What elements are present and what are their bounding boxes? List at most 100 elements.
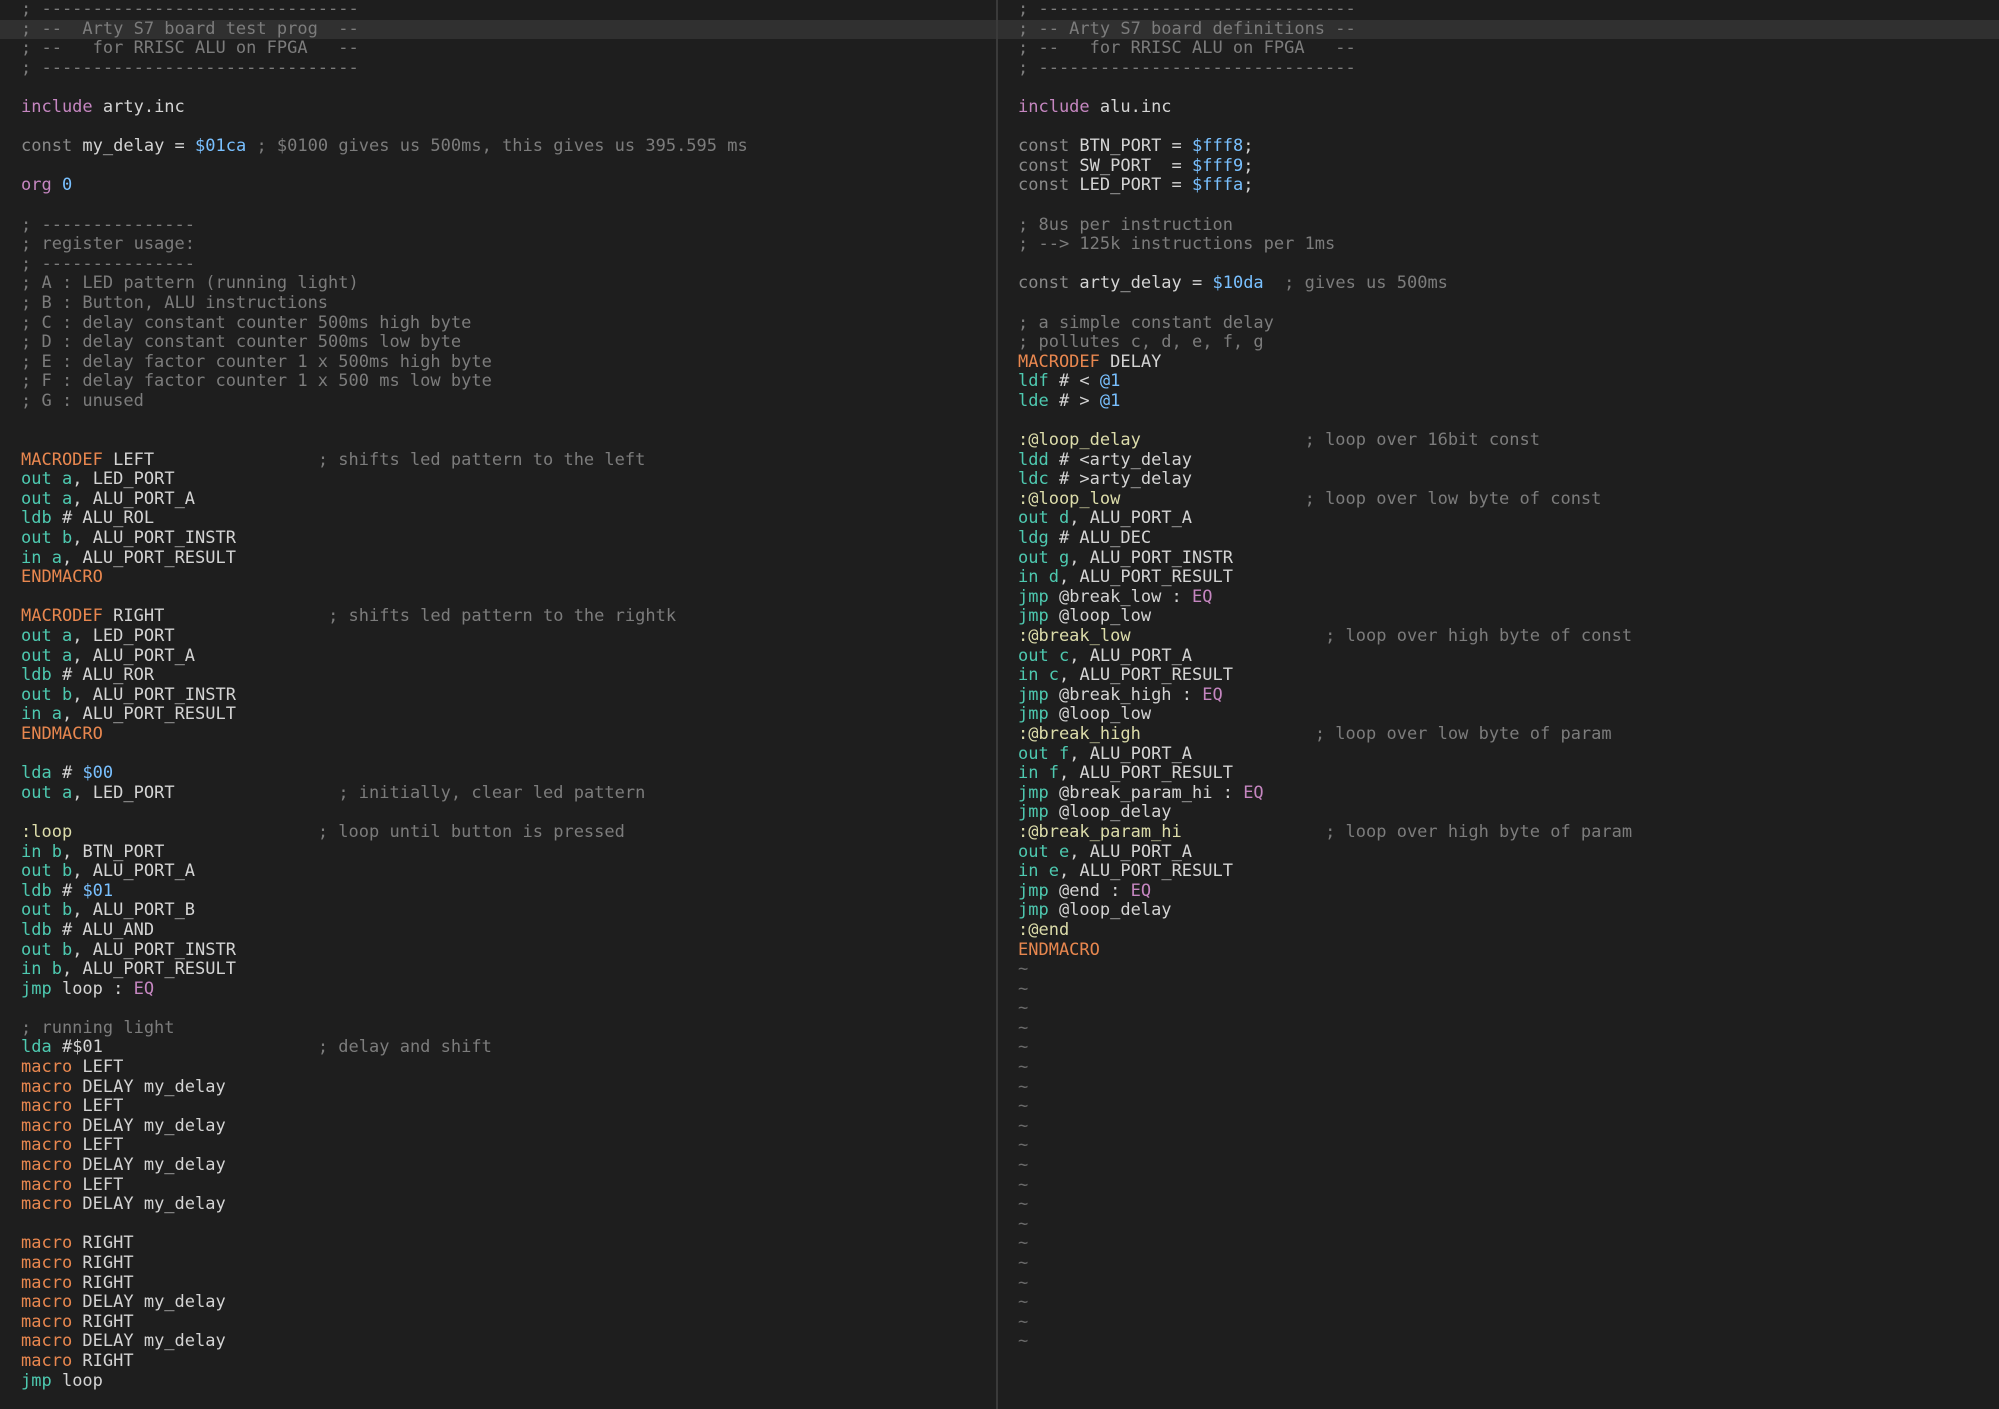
code-line[interactable]: const SW_PORT = $fff9; [998,156,1999,177]
code-line[interactable]: MACRODEF DELAY [998,352,1999,373]
code-line[interactable]: out b, ALU_PORT_INSTR [0,685,996,706]
code-line[interactable]: out a, LED_PORT [0,469,996,490]
code-line[interactable]: :@loop_low ; loop over low byte of const [998,489,1999,510]
code-line[interactable] [0,411,996,431]
code-line-cursor[interactable]: ; -- Arty S7 board test prog -- [0,19,996,40]
code-line[interactable]: jmp @loop_low [998,705,1999,725]
code-line[interactable]: in b, ALU_PORT_RESULT [0,959,996,980]
code-line[interactable] [0,118,996,138]
code-line[interactable]: :@break_low ; loop over high byte of con… [998,626,1999,647]
code-line[interactable] [998,78,1999,98]
code-line[interactable]: ldg # ALU_DEC [998,528,1999,549]
code-line[interactable]: lda # $00 [0,763,996,784]
code-line[interactable]: macro LEFT [0,1057,996,1078]
code-line[interactable]: ; ------------------------------- [0,58,996,79]
code-line[interactable]: in b, BTN_PORT [0,842,996,863]
code-line[interactable]: ldd # <arty_delay [998,450,1999,471]
code-line[interactable]: macro LEFT [0,1175,996,1196]
code-line[interactable]: macro DELAY my_delay [0,1194,996,1215]
code-line[interactable]: jmp @break_param_hi : EQ [998,783,1999,804]
code-line[interactable]: jmp @loop_low [998,607,1999,627]
code-line[interactable]: jmp loop : EQ [0,979,996,1000]
code-line[interactable]: ; --------------- [0,215,996,236]
code-line[interactable]: ; 8us per instruction [998,215,1999,236]
code-line[interactable]: out a, ALU_PORT_A [0,646,996,667]
code-line[interactable]: out a, LED_PORT [0,626,996,647]
code-line[interactable]: macro RIGHT [0,1312,996,1333]
code-line[interactable]: out b, ALU_PORT_INSTR [0,528,996,549]
code-line[interactable] [0,745,996,765]
code-line[interactable]: MACRODEF LEFT ; shifts led pattern to th… [0,450,996,471]
code-line[interactable]: const LED_PORT = $fffa; [998,176,1999,196]
code-line[interactable] [0,157,996,177]
code-line[interactable]: out e, ALU_PORT_A [998,842,1999,863]
code-line[interactable]: macro LEFT [0,1096,996,1117]
code-line[interactable]: in e, ALU_PORT_RESULT [998,861,1999,882]
code-line[interactable]: ; register usage: [0,234,996,255]
code-line[interactable] [0,196,996,216]
code-line[interactable]: ; E : delay factor counter 1 x 500ms hig… [0,352,996,373]
code-line[interactable] [0,803,996,823]
code-line[interactable]: jmp @loop_delay [998,803,1999,823]
left-editor-pane[interactable]: ; -------------------------------; -- Ar… [0,0,996,1409]
code-line[interactable] [998,411,1999,431]
code-line[interactable]: ; D : delay constant counter 500ms low b… [0,332,996,353]
code-line[interactable]: ; a simple constant delay [998,313,1999,334]
code-line[interactable]: const my_delay = $01ca ; $0100 gives us … [0,136,996,157]
code-line[interactable]: macro RIGHT [0,1234,996,1254]
code-line[interactable]: :loop ; loop until button is pressed [0,822,996,843]
code-line[interactable]: macro DELAY my_delay [0,1077,996,1098]
code-line[interactable]: org 0 [0,176,996,196]
code-line[interactable]: jmp @loop_delay [998,901,1999,921]
code-line[interactable]: include arty.inc [0,97,996,118]
code-line[interactable]: ; ------------------------------- [0,0,996,20]
code-line[interactable]: macro DELAY my_delay [0,1155,996,1176]
code-line-cursor[interactable]: ; -- Arty S7 board definitions -- [998,19,1999,40]
code-line[interactable]: lda #$01 ; delay and shift [0,1038,996,1058]
code-line[interactable] [0,1215,996,1235]
code-line[interactable]: jmp @end : EQ [998,881,1999,902]
code-line[interactable]: ldb # $01 [0,881,996,902]
code-line[interactable]: :@break_high ; loop over low byte of par… [998,724,1999,745]
code-line[interactable]: macro RIGHT [0,1253,996,1274]
code-line[interactable]: out d, ALU_PORT_A [998,509,1999,529]
code-line[interactable]: macro RIGHT [0,1351,996,1372]
code-line[interactable]: ; -- for RRISC ALU on FPGA -- [998,38,1999,59]
code-line[interactable] [0,431,996,451]
code-line[interactable] [998,196,1999,216]
code-line[interactable]: in a, ALU_PORT_RESULT [0,548,996,569]
code-line[interactable]: ldb # ALU_AND [0,920,996,941]
code-line[interactable]: ; ------------------------------- [998,58,1999,79]
code-line[interactable]: in d, ALU_PORT_RESULT [998,567,1999,588]
code-line[interactable]: macro DELAY my_delay [0,1292,996,1313]
code-line[interactable]: jmp loop [0,1371,996,1392]
code-line[interactable]: ; B : Button, ALU instructions [0,293,996,314]
code-line[interactable]: ldb # ALU_ROR [0,665,996,686]
code-line[interactable]: out b, ALU_PORT_A [0,861,996,882]
code-line[interactable]: in c, ALU_PORT_RESULT [998,665,1999,686]
code-line[interactable]: ldb # ALU_ROL [0,509,996,529]
code-line[interactable]: ; pollutes c, d, e, f, g [998,332,1999,353]
code-line[interactable]: ; --------------- [0,254,996,275]
code-line[interactable]: macro RIGHT [0,1273,996,1294]
code-line[interactable]: out c, ALU_PORT_A [998,646,1999,667]
code-line[interactable]: ldf # < @1 [998,371,1999,392]
code-line[interactable] [0,78,996,98]
code-line[interactable]: ; running light [0,1018,996,1039]
code-line[interactable]: out g, ALU_PORT_INSTR [998,548,1999,569]
code-line[interactable]: const BTN_PORT = $fff8; [998,136,1999,157]
code-line[interactable]: out b, ALU_PORT_B [0,901,996,921]
code-line[interactable]: in a, ALU_PORT_RESULT [0,705,996,725]
code-line[interactable] [0,999,996,1019]
code-line[interactable]: macro LEFT [0,1136,996,1156]
code-line[interactable]: jmp @break_low : EQ [998,587,1999,608]
code-line[interactable]: macro DELAY my_delay [0,1332,996,1352]
code-line[interactable]: ; C : delay constant counter 500ms high … [0,313,996,334]
right-editor-pane[interactable]: ; ------------------------------- ; -- Ar… [998,0,1999,1409]
code-line[interactable] [998,294,1999,314]
code-line[interactable]: :@end [998,920,1999,941]
code-line[interactable] [998,118,1999,138]
code-line[interactable]: ; -- for RRISC ALU on FPGA -- [0,38,996,59]
code-line[interactable]: :@break_param_hi ; loop over high byte o… [998,822,1999,843]
code-line[interactable]: out b, ALU_PORT_INSTR [0,940,996,961]
